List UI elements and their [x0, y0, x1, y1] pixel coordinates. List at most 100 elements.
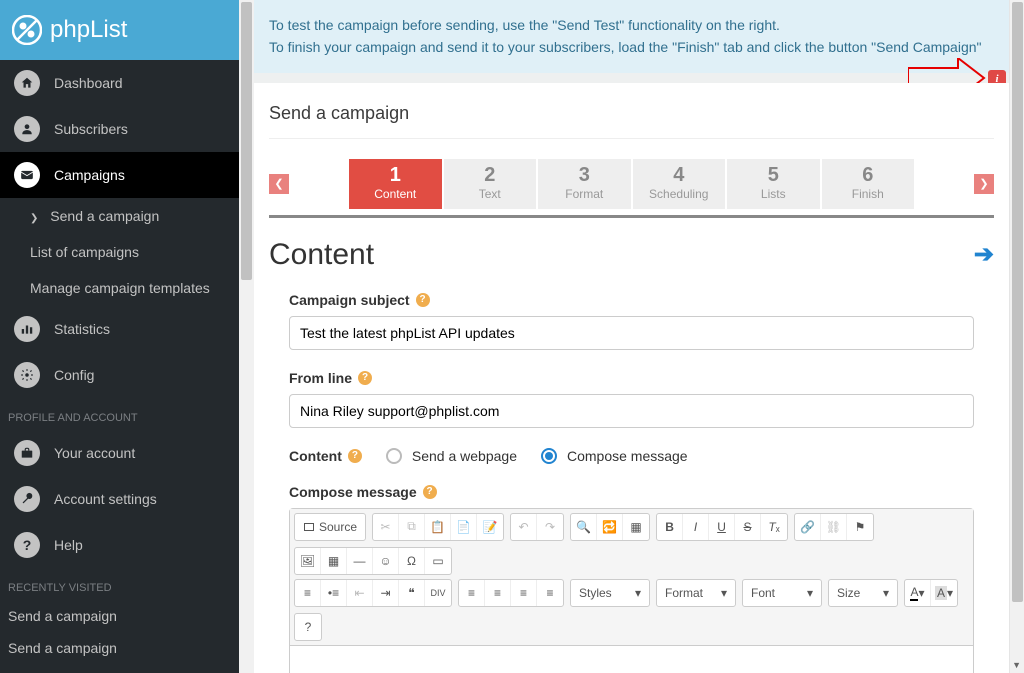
- nav-label: Config: [54, 367, 94, 383]
- alignright-icon[interactable]: ≡: [511, 580, 537, 606]
- nav-your-account[interactable]: Your account: [0, 430, 239, 476]
- nav-label: Dashboard: [54, 75, 123, 91]
- paste-icon[interactable]: 📋: [425, 514, 451, 540]
- selectall-icon[interactable]: ▦: [623, 514, 649, 540]
- wizard-step-finish[interactable]: 6 Finish: [822, 159, 915, 209]
- user-icon: [14, 116, 40, 142]
- subject-input[interactable]: [289, 316, 974, 350]
- sidebar: phpList Dashboard Subscribers Campaigns …: [0, 0, 239, 673]
- wizard-step-scheduling[interactable]: 4 Scheduling: [633, 159, 726, 209]
- aligncenter-icon[interactable]: ≡: [485, 580, 511, 606]
- help-icon[interactable]: ?: [423, 485, 437, 499]
- chevron-down-icon: ▾: [635, 586, 641, 600]
- nav-account-settings[interactable]: Account settings: [0, 476, 239, 522]
- campaign-card: Send a campaign ❮ 1 Content 2 Text 3 For…: [249, 83, 1014, 673]
- redo-icon[interactable]: ↷: [537, 514, 563, 540]
- subnav-send-campaign[interactable]: Send a campaign: [0, 198, 239, 234]
- wizard-step-content[interactable]: 1 Content: [349, 159, 442, 209]
- brand-logo[interactable]: phpList: [0, 0, 239, 60]
- size-select[interactable]: Size▾: [828, 579, 898, 607]
- wizard-step-format[interactable]: 3 Format: [538, 159, 631, 209]
- unlink-icon[interactable]: ⛓: [821, 514, 847, 540]
- underline-icon[interactable]: U: [709, 514, 735, 540]
- wizard-step-lists[interactable]: 5 Lists: [727, 159, 820, 209]
- recent-section-label: RECENTLY VISITED: [0, 568, 239, 600]
- image-icon[interactable]: 🖼: [295, 548, 321, 574]
- wizard-steps: 1 Content 2 Text 3 Format 4 Scheduling 5: [349, 159, 914, 209]
- indent-icon[interactable]: ⇥: [373, 580, 399, 606]
- notice-line: To finish your campaign and send it to y…: [269, 36, 994, 58]
- nav-dashboard[interactable]: Dashboard: [0, 60, 239, 106]
- nav-statistics[interactable]: Statistics: [0, 306, 239, 352]
- anchor-icon[interactable]: ⚑: [847, 514, 873, 540]
- notice-line: To test the campaign before sending, use…: [269, 14, 994, 36]
- hr-icon[interactable]: —: [347, 548, 373, 574]
- main-content: To test the campaign before sending, use…: [239, 0, 1024, 673]
- styles-select[interactable]: Styles▾: [570, 579, 650, 607]
- copy-icon[interactable]: ⧉: [399, 514, 425, 540]
- sidebar-scrollbar-thumb[interactable]: [241, 2, 252, 280]
- from-input[interactable]: [289, 394, 974, 428]
- subnav-manage-templates[interactable]: Manage campaign templates: [0, 270, 239, 306]
- find-icon[interactable]: 🔍: [571, 514, 597, 540]
- paste-word-icon[interactable]: 📝: [477, 514, 503, 540]
- page-scrollbar-track[interactable]: ▼: [1009, 0, 1024, 673]
- recent-item[interactable]: Import emails: [0, 664, 239, 673]
- question-icon: ?: [14, 532, 40, 558]
- chevron-down-icon: ▾: [883, 586, 889, 600]
- wizard-prev[interactable]: ❮: [269, 174, 289, 194]
- help-icon[interactable]: ?: [416, 293, 430, 307]
- strike-icon[interactable]: S: [735, 514, 761, 540]
- replace-icon[interactable]: 🔁: [597, 514, 623, 540]
- next-arrow-icon[interactable]: ➔: [974, 240, 994, 269]
- editor-body[interactable]: [290, 646, 973, 673]
- font-select[interactable]: Font▾: [742, 579, 822, 607]
- textcolor-icon[interactable]: A▾: [905, 580, 931, 606]
- link-icon[interactable]: 🔗: [795, 514, 821, 540]
- cut-icon[interactable]: ✂: [373, 514, 399, 540]
- outdent-icon[interactable]: ⇤: [347, 580, 373, 606]
- bold-icon[interactable]: B: [657, 514, 683, 540]
- alignjustify-icon[interactable]: ≡: [537, 580, 563, 606]
- italic-icon[interactable]: I: [683, 514, 709, 540]
- paste-text-icon[interactable]: 📄: [451, 514, 477, 540]
- sidebar-scrollbar-track[interactable]: [239, 0, 254, 673]
- bgcolor-icon[interactable]: A▾: [931, 580, 957, 606]
- help-icon[interactable]: ?: [358, 371, 372, 385]
- wizard-next[interactable]: ❯: [974, 174, 994, 194]
- undo-icon[interactable]: ↶: [511, 514, 537, 540]
- recent-item[interactable]: Send a campaign: [0, 632, 239, 664]
- nav-config[interactable]: Config: [0, 352, 239, 398]
- nav-campaigns[interactable]: Campaigns: [0, 152, 239, 198]
- nav-subscribers[interactable]: Subscribers: [0, 106, 239, 152]
- bulletedlist-icon[interactable]: •≡: [321, 580, 347, 606]
- page-scrollbar-thumb[interactable]: [1012, 2, 1023, 602]
- radio-compose-message[interactable]: Compose message: [541, 448, 688, 464]
- format-select[interactable]: Format▾: [656, 579, 736, 607]
- specialchar-icon[interactable]: Ω: [399, 548, 425, 574]
- subnav-list-campaigns[interactable]: List of campaigns: [0, 234, 239, 270]
- chevron-down-icon: ▾: [721, 586, 727, 600]
- table-icon[interactable]: ▦: [321, 548, 347, 574]
- source-button[interactable]: Source: [294, 513, 366, 541]
- blockquote-icon[interactable]: ❝: [399, 580, 425, 606]
- about-icon[interactable]: ?: [295, 614, 321, 640]
- recent-item[interactable]: Send a campaign: [0, 600, 239, 632]
- info-notice: To test the campaign before sending, use…: [249, 0, 1014, 73]
- wizard-step-text[interactable]: 2 Text: [444, 159, 537, 209]
- field-content-type: Content ? Send a webpage Compose message: [289, 448, 974, 464]
- help-icon[interactable]: ?: [348, 449, 362, 463]
- wrench-icon: [14, 486, 40, 512]
- removeformat-icon[interactable]: Tₓ: [761, 514, 787, 540]
- radio-icon: [541, 448, 557, 464]
- nav-help[interactable]: ? Help: [0, 522, 239, 568]
- alignleft-icon[interactable]: ≡: [459, 580, 485, 606]
- numberedlist-icon[interactable]: ≡: [295, 580, 321, 606]
- div-icon[interactable]: DIV: [425, 580, 451, 606]
- radio-send-webpage[interactable]: Send a webpage: [386, 448, 517, 464]
- smiley-icon[interactable]: ☺: [373, 548, 399, 574]
- iframe-icon[interactable]: ▭: [425, 548, 451, 574]
- chart-icon: [14, 316, 40, 342]
- scroll-down-arrow-icon[interactable]: ▼: [1012, 660, 1021, 670]
- nav-label: Help: [54, 537, 83, 553]
